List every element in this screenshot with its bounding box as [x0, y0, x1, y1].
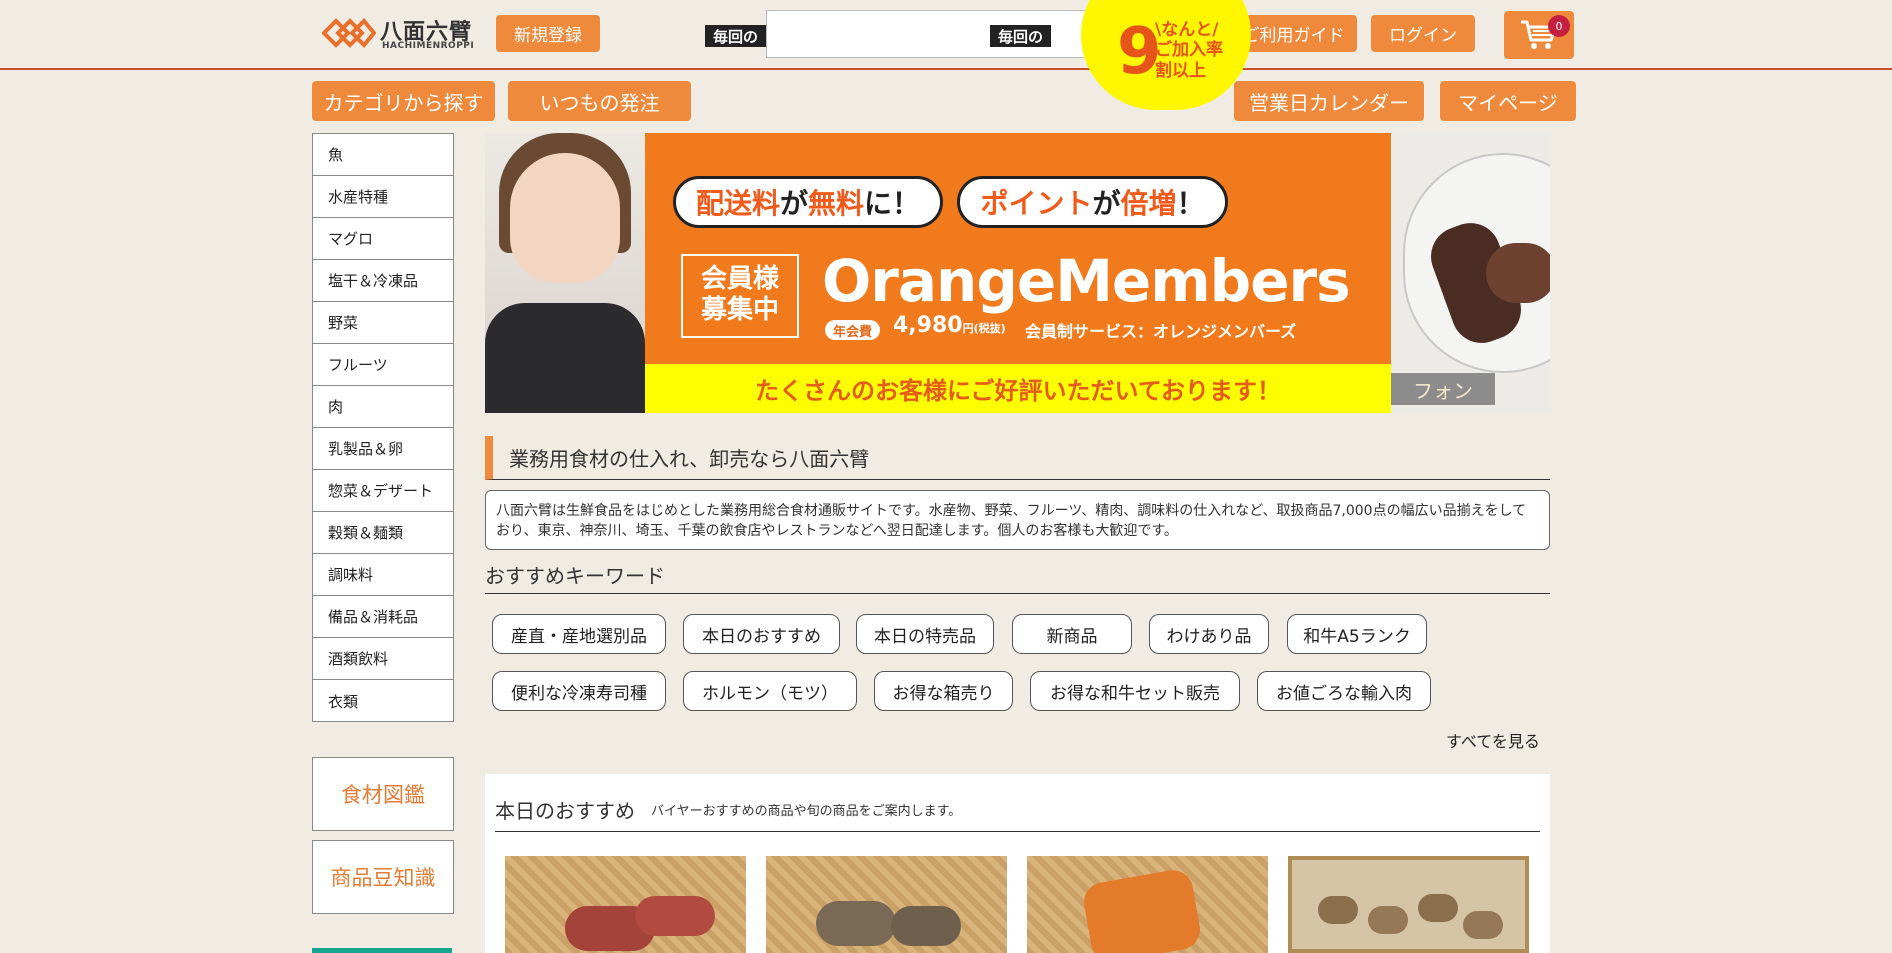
recruiting-box: 会員様 募集中	[681, 254, 799, 338]
product-card-potatoes-box[interactable]	[1288, 856, 1529, 953]
keyword-chip[interactable]: 新商品	[1012, 614, 1132, 654]
bubble2-text-1: が	[1092, 187, 1121, 220]
product-trivia-link[interactable]: 商品豆知識	[312, 840, 454, 914]
recommended-title: 本日のおすすめ	[495, 799, 635, 823]
annual-fee-amount: 4,980円(税抜)	[893, 313, 1006, 338]
double-points-bubble: ポイント が 倍増 ！	[957, 176, 1228, 228]
sidebar-green-banner[interactable]	[312, 948, 452, 953]
dish-label: フォン	[1391, 373, 1495, 405]
food-meat	[1486, 243, 1550, 303]
keywords-title: おすすめキーワード	[485, 560, 1550, 594]
mypage-button[interactable]: マイページ	[1440, 81, 1576, 121]
sidebar-item-seafood-special[interactable]: 水産特種	[313, 176, 453, 218]
recommended-section: 本日のおすすめ バイヤーおすすめの商品や旬の商品をご案内します。	[485, 774, 1550, 953]
register-button[interactable]: 新規登録	[496, 15, 600, 52]
sidebar-item-beverages[interactable]: 酒類飲料	[313, 638, 453, 680]
keyword-chip[interactable]: お得な箱売り	[874, 671, 1013, 711]
recommended-header: 本日のおすすめ バイヤーおすすめの商品や旬の商品をご案内します。	[495, 788, 1540, 832]
sidebar-item-deli-dessert[interactable]: 惣菜＆デザート	[313, 470, 453, 512]
sidebar-item-seasonings[interactable]: 調味料	[313, 554, 453, 596]
sidebar-item-dairy-eggs[interactable]: 乳製品＆卵	[313, 428, 453, 470]
sidebar-item-supplies[interactable]: 備品＆消耗品	[313, 596, 453, 638]
rate-text: \なんと/ ご加入率 割以上	[1155, 20, 1223, 81]
bubble2-highlight-1: ポイント	[980, 187, 1093, 220]
keyword-chip[interactable]: わけあり品	[1149, 614, 1269, 654]
operator-body	[485, 303, 645, 413]
keyword-chip[interactable]: お得な和牛セット販売	[1030, 671, 1240, 711]
keyword-chip[interactable]: ホルモン（モツ）	[683, 671, 857, 711]
sidebar-item-vegetables[interactable]: 野菜	[313, 302, 453, 344]
keyword-chip[interactable]: お値ごろな輸入肉	[1257, 671, 1431, 711]
sidebar-item-fruits[interactable]: フルーツ	[313, 344, 453, 386]
category-sidebar: 魚 水産特種 マグロ 塩干＆冷凍品 野菜 フルーツ 肉 乳製品＆卵 惣菜＆デザー…	[312, 133, 454, 722]
potato-shape	[1368, 906, 1408, 934]
popular-message-bar: たくさんのお客様にご好評いただいております！	[645, 364, 1391, 413]
login-button[interactable]: ログイン	[1371, 15, 1475, 52]
bubble-tag-2: 毎回の	[990, 25, 1052, 47]
bubble1-text-2: に！	[864, 187, 921, 220]
keyword-chip[interactable]: 産直・産地選別品	[492, 614, 666, 654]
taro-shape	[816, 901, 896, 946]
logo-subtext: HACHIMENROPPI	[382, 41, 475, 51]
fee-number: 4,980	[893, 313, 963, 338]
guide-label: ご利用ガイド	[1242, 26, 1345, 46]
food-encyclopedia-link[interactable]: 食材図鑑	[312, 757, 454, 831]
taro-shape	[891, 906, 961, 946]
site-header: 八面六臂 HACHIMENROPPI 新規登録 ? ご利用ガイド ログイン 0	[0, 0, 1892, 70]
operator-face	[510, 153, 620, 283]
sidebar-item-dried-frozen[interactable]: 塩干＆冷凍品	[313, 260, 453, 302]
keyword-chip[interactable]: 便利な冷凍寿司種	[492, 671, 666, 711]
sidebar-item-clothing[interactable]: 衣類	[313, 680, 453, 722]
bubble2-highlight-2: 倍増	[1120, 187, 1177, 220]
potato-shape	[1418, 894, 1458, 922]
recommended-subtitle: バイヤーおすすめの商品や旬の商品をご案内します。	[651, 804, 962, 819]
keyword-chip[interactable]: 和牛A5ランク	[1287, 614, 1427, 654]
regular-order-button[interactable]: いつもの発注	[508, 81, 691, 121]
product-card-taro[interactable]	[766, 856, 1007, 953]
see-all-keywords-link[interactable]: すべてを見る	[1446, 728, 1540, 752]
bubble2-text-2: ！	[1176, 187, 1205, 220]
annual-fee-label: 年会費	[825, 320, 881, 340]
business-calendar-button[interactable]: 営業日カレンダー	[1234, 81, 1424, 121]
bubble-tag-1: 毎回の	[705, 25, 767, 47]
keyword-chip[interactable]: 本日の特売品	[856, 614, 994, 654]
orange-members-title: OrangeMembers	[822, 247, 1351, 315]
members-subtitle: 会員制サービス：オレンジメンバーズ	[1025, 322, 1297, 341]
keyword-chip[interactable]: 本日のおすすめ	[683, 614, 840, 654]
logo-mark-icon	[322, 18, 376, 48]
sidebar-item-meat[interactable]: 肉	[313, 386, 453, 428]
cart-button[interactable]: 0	[1504, 11, 1574, 59]
sidebar-item-fish[interactable]: 魚	[313, 134, 453, 176]
product-card-sweet-potato[interactable]	[505, 856, 746, 953]
dish-photo: フォン	[1391, 133, 1550, 413]
bubble1-text-1: が	[779, 187, 808, 220]
intro-description: 八面六臂は生鮮食品をはじめとした業務用総合食材通販サイトです。水産物、野菜、フル…	[485, 490, 1550, 550]
bubble1-highlight-1: 配送料	[695, 187, 780, 220]
site-logo[interactable]: 八面六臂 HACHIMENROPPI	[322, 14, 482, 52]
fee-unit: 円(税抜)	[962, 322, 1006, 335]
free-shipping-bubble: 配送料 が 無料 に！	[673, 176, 943, 228]
bubble1-highlight-2: 無料	[808, 187, 865, 220]
potato-shape	[1318, 896, 1358, 924]
potato-shape	[1463, 911, 1503, 939]
sidebar-item-tuna[interactable]: マグロ	[313, 218, 453, 260]
category-search-button[interactable]: カテゴリから探す	[312, 81, 495, 121]
product-card-roe[interactable]	[1027, 856, 1268, 953]
sweet-potato-shape	[635, 896, 715, 936]
intro-title: 業務用食材の仕入れ、卸売なら八面六臂	[485, 436, 1550, 480]
sidebar-item-grains-noodles[interactable]: 穀類＆麺類	[313, 512, 453, 554]
cart-count-badge: 0	[1548, 15, 1570, 37]
operator-photo	[485, 133, 645, 413]
